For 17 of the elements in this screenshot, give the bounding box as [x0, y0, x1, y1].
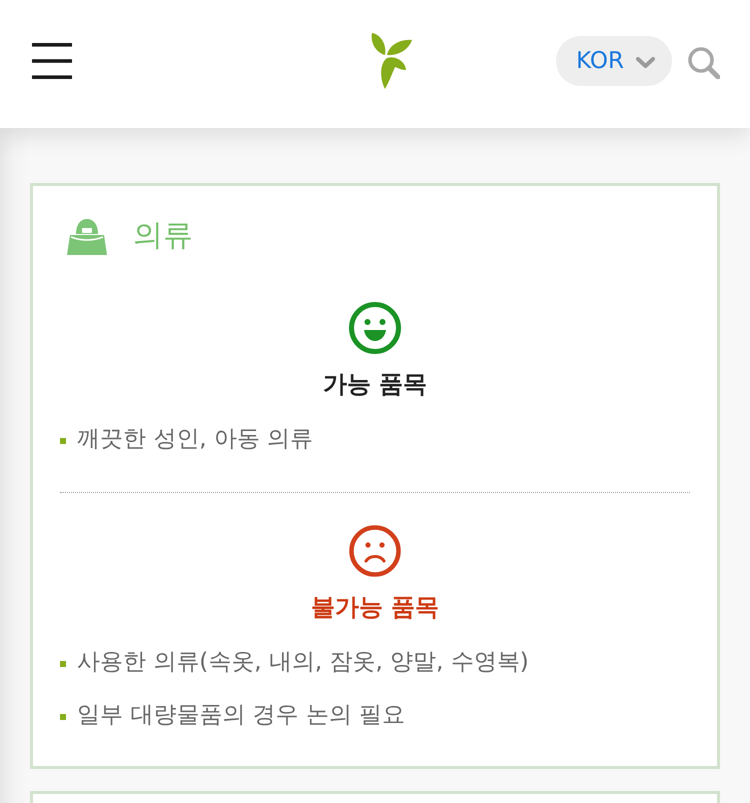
- category-title: 의류: [133, 217, 193, 255]
- smiley-face-icon: [348, 301, 402, 355]
- list-item-text: 깨끗한 성인, 아동 의류: [77, 425, 314, 454]
- chevron-down-icon: [636, 56, 655, 69]
- menu-icon[interactable]: [32, 43, 72, 79]
- leaf-logo-icon[interactable]: [370, 32, 412, 90]
- bullet-icon: [60, 661, 66, 667]
- section-heading: 불가능 품목: [310, 592, 440, 623]
- search-icon[interactable]: [688, 47, 720, 79]
- bullet-icon: [60, 714, 66, 720]
- sad-face-icon: [348, 524, 402, 578]
- list-item-text: 일부 대량물품의 경우 논의 필요: [77, 701, 406, 730]
- section-heading: 가능 품목: [322, 369, 428, 400]
- list-item-text: 사용한 의류(속옷, 내의, 잠옷, 양말, 수영복): [77, 648, 529, 677]
- handbag-icon: [67, 218, 107, 254]
- language-select[interactable]: KOR: [556, 36, 672, 86]
- bullet-icon: [60, 438, 66, 444]
